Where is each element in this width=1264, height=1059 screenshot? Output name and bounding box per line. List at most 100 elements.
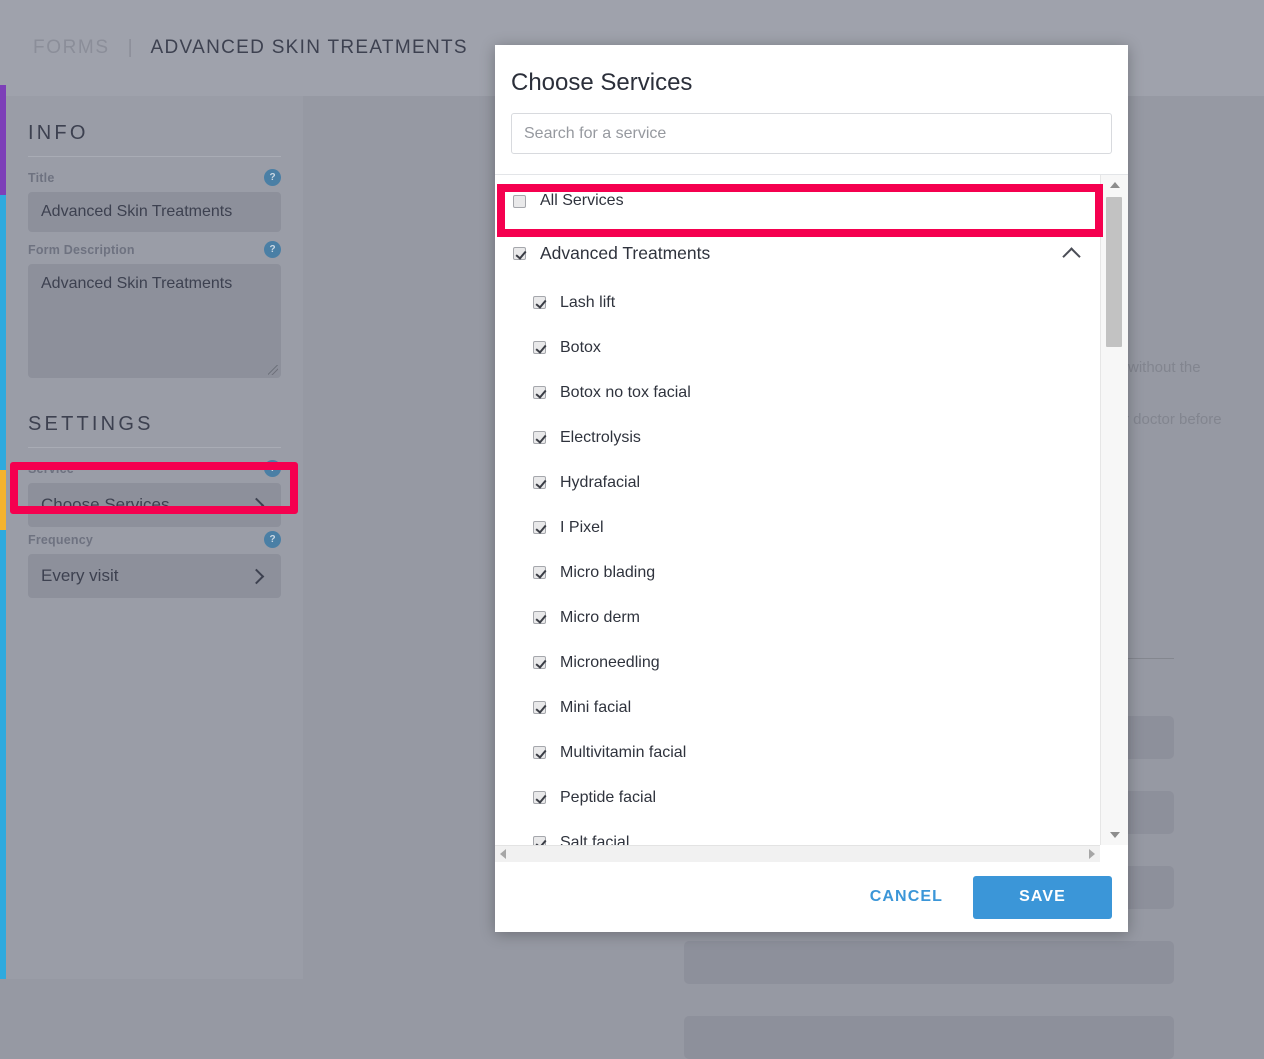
list-item-label: Micro blading	[560, 563, 656, 581]
settings-section-title: SETTINGS	[28, 413, 154, 435]
scroll-down-arrow-icon[interactable]	[1109, 832, 1120, 838]
choose-services-dialog: Choose Services All Services Advanced Tr…	[495, 45, 1128, 932]
vertical-scrollbar[interactable]	[1100, 175, 1128, 845]
list-item-label: Micro derm	[560, 608, 641, 626]
service-field-row: Service ?	[28, 460, 281, 480]
horizontal-scrollbar[interactable]	[495, 845, 1100, 862]
list-item[interactable]: Salt facial	[495, 820, 1100, 845]
list-item[interactable]: Lash lift	[495, 280, 1100, 325]
checkbox-service[interactable]	[533, 791, 546, 804]
breadcrumb-current: ADVANCED SKIN TREATMENTS	[150, 37, 468, 58]
list-item[interactable]: Botox	[495, 325, 1100, 370]
description-label: Form Description	[28, 243, 135, 257]
checkbox-service[interactable]	[533, 836, 546, 845]
description-field-row: Form Description ?	[28, 241, 281, 261]
frequency-field-row: Frequency ?	[28, 531, 281, 551]
choose-services-value: Choose Services	[41, 495, 170, 514]
accent-segment-cyan-2	[0, 530, 6, 979]
frequency-picker[interactable]: Every visit	[28, 554, 281, 598]
info-divider	[28, 156, 281, 157]
list-item-label: Microneedling	[560, 653, 660, 671]
checkbox-service[interactable]	[533, 476, 546, 489]
help-icon[interactable]: ?	[264, 241, 281, 258]
chevron-up-icon[interactable]	[1062, 247, 1081, 266]
help-icon[interactable]: ?	[264, 531, 281, 548]
list-item-label: Electrolysis	[560, 428, 641, 446]
list-item-label: Botox	[560, 338, 601, 356]
sidebar-accent-strip	[0, 85, 6, 979]
list-item[interactable]: Micro blading	[495, 550, 1100, 595]
service-list[interactable]: All Services Advanced Treatments Lash li…	[495, 175, 1100, 845]
list-item[interactable]: Mini facial	[495, 685, 1100, 730]
vertical-scrollbar-thumb[interactable]	[1106, 197, 1122, 347]
accent-segment-cyan	[0, 195, 6, 470]
list-item[interactable]: Botox no tox facial	[495, 370, 1100, 415]
scroll-up-arrow-icon[interactable]	[1109, 182, 1120, 188]
chevron-right-icon	[248, 568, 265, 584]
list-item-label: Multivitamin facial	[560, 743, 687, 761]
settings-sidebar: INFO Title ? Advanced Skin Treatments Fo…	[6, 96, 303, 979]
description-value: Advanced Skin Treatments	[41, 275, 233, 292]
list-item-all-services[interactable]: All Services	[495, 175, 1100, 227]
info-section-title: INFO	[28, 122, 89, 144]
list-item-label: Peptide facial	[560, 788, 657, 806]
list-item-label: Salt facial	[560, 833, 630, 846]
frequency-value: Every visit	[41, 566, 119, 585]
checkbox-service[interactable]	[533, 386, 546, 399]
background-text-fragment-1: without the	[1128, 359, 1201, 376]
service-list-region: All Services Advanced Treatments Lash li…	[495, 174, 1128, 845]
accent-segment-purple	[0, 85, 6, 195]
save-button[interactable]: SAVE	[973, 875, 1112, 919]
title-field-row: Title ?	[28, 169, 281, 189]
choose-services-picker[interactable]: Choose Services	[28, 483, 281, 527]
dialog-title: Choose Services	[511, 69, 693, 96]
settings-divider	[28, 447, 281, 448]
scroll-left-arrow-icon[interactable]	[500, 849, 506, 859]
frequency-label: Frequency	[28, 533, 94, 547]
chevron-right-icon	[248, 497, 265, 513]
accent-segment-orange	[0, 470, 6, 530]
service-label: Service	[28, 462, 74, 476]
checkbox-service[interactable]	[533, 746, 546, 759]
list-item-label: Botox no tox facial	[560, 383, 691, 401]
checkbox-service[interactable]	[533, 431, 546, 444]
checkbox-service[interactable]	[533, 521, 546, 534]
list-item[interactable]: I Pixel	[495, 505, 1100, 550]
help-icon[interactable]: ?	[264, 169, 281, 186]
search-wrapper	[495, 113, 1128, 174]
checkbox-service[interactable]	[533, 656, 546, 669]
checkbox-advanced-treatments[interactable]	[513, 247, 526, 260]
placeholder-field	[684, 941, 1174, 984]
scroll-right-arrow-icon[interactable]	[1089, 849, 1095, 859]
search-input[interactable]	[511, 113, 1112, 154]
checkbox-service[interactable]	[533, 566, 546, 579]
breadcrumb-forms[interactable]: FORMS	[33, 37, 110, 59]
cancel-button[interactable]: CANCEL	[854, 878, 959, 916]
dialog-footer: CANCEL SAVE	[495, 862, 1128, 932]
breadcrumb-separator: |	[127, 37, 133, 58]
checkbox-service[interactable]	[533, 701, 546, 714]
placeholder-field	[684, 1016, 1174, 1059]
list-item-label: Hydrafacial	[560, 473, 641, 491]
list-item-advanced-treatments[interactable]: Advanced Treatments	[495, 227, 1100, 280]
list-item[interactable]: Multivitamin facial	[495, 730, 1100, 775]
list-item[interactable]: Peptide facial	[495, 775, 1100, 820]
list-item[interactable]: Hydrafacial	[495, 460, 1100, 505]
background-text-fragment-2: r doctor before	[1124, 411, 1222, 428]
list-item-label: I Pixel	[560, 518, 604, 536]
list-item[interactable]: Electrolysis	[495, 415, 1100, 460]
title-input[interactable]: Advanced Skin Treatments	[28, 192, 281, 232]
resize-handle-icon[interactable]	[268, 365, 278, 375]
checkbox-service[interactable]	[533, 296, 546, 309]
list-item[interactable]: Microneedling	[495, 640, 1100, 685]
help-icon[interactable]: ?	[264, 460, 281, 477]
group-label: Advanced Treatments	[540, 243, 711, 263]
list-item-label: All Services	[540, 192, 624, 209]
description-textarea[interactable]: Advanced Skin Treatments	[28, 264, 281, 378]
checkbox-all-services[interactable]	[513, 194, 526, 208]
checkbox-service[interactable]	[533, 341, 546, 354]
list-item-label: Lash lift	[560, 293, 616, 311]
checkbox-service[interactable]	[533, 611, 546, 624]
list-item-label: Mini facial	[560, 698, 632, 716]
list-item[interactable]: Micro derm	[495, 595, 1100, 640]
